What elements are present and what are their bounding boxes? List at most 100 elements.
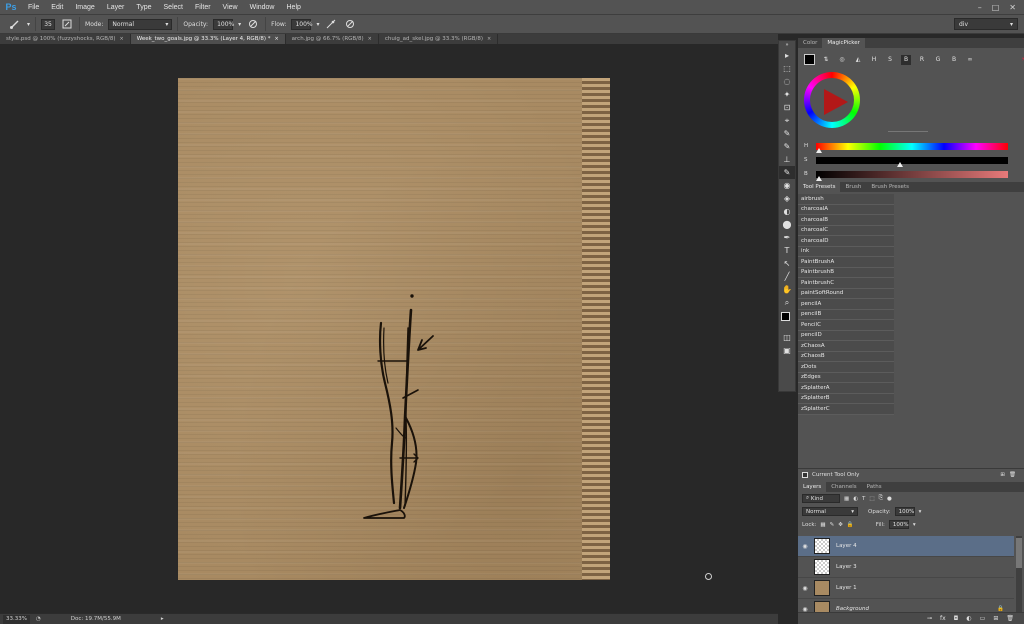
hue-knob[interactable] [816, 147, 822, 153]
preset-item[interactable]: PaintBrushA [798, 257, 894, 268]
quick-select-tool-icon[interactable]: ✦ [779, 88, 795, 101]
close-tab-icon[interactable]: × [487, 36, 491, 42]
scroll-thumb[interactable] [1016, 538, 1022, 568]
clone-stamp-tool-icon[interactable]: ⊥ [779, 153, 795, 166]
layer-row[interactable]: ◉ Layer 4 [798, 536, 1014, 557]
lock-all-icon[interactable]: 🔒 [847, 522, 854, 528]
document-canvas[interactable] [178, 78, 610, 580]
foreground-swatch[interactable] [804, 54, 815, 65]
color-triangle[interactable] [824, 89, 848, 115]
preset-item[interactable]: ink [798, 246, 894, 257]
tab-channels[interactable]: Channels [826, 482, 861, 492]
document-tab[interactable]: style.psd @ 100% (fuzzyshocks, RGB/8) × [0, 34, 131, 44]
close-tab-icon[interactable]: × [120, 36, 124, 42]
layer-name[interactable]: Layer 4 [836, 543, 857, 549]
filter-toggle-icon[interactable]: ● [887, 496, 892, 502]
preset-item[interactable]: charcoalC [798, 225, 894, 236]
gradient-tool-icon[interactable]: ◈ [779, 192, 795, 205]
swap-icon[interactable]: ⇅ [821, 55, 831, 65]
filter-smart-icon[interactable]: ⎘ [879, 495, 883, 502]
blend-mode-select[interactable]: Normal ▾ [802, 507, 858, 516]
preset-item[interactable]: zSplatterC [798, 404, 894, 415]
path-select-tool-icon[interactable]: ↖ [779, 257, 795, 270]
history-brush-tool-icon[interactable]: ✎ [779, 166, 795, 179]
add-mask-icon[interactable]: ◘ [954, 615, 959, 622]
link-layers-icon[interactable]: ⊸ [927, 615, 932, 622]
delete-preset-icon[interactable]: 🗑 [1009, 472, 1016, 478]
menu-item-layer[interactable]: Layer [101, 4, 131, 11]
layer-filter-select[interactable]: ⌕ Kind [802, 494, 840, 503]
pen-tool-icon[interactable]: ✒ [779, 231, 795, 244]
layer-row[interactable]: Layer 3 [798, 557, 1014, 578]
brightness-knob[interactable] [816, 175, 822, 181]
preset-item[interactable]: charcoalB [798, 215, 894, 226]
mode-g[interactable]: G [933, 55, 943, 65]
saturation-knob[interactable] [896, 161, 903, 167]
menu-item-window[interactable]: Window [244, 4, 281, 11]
airbrush-icon[interactable] [324, 17, 338, 31]
hue-slider[interactable] [816, 142, 1008, 153]
preset-item[interactable]: airbrush [798, 194, 894, 205]
lock-paint-icon[interactable]: ✎ [830, 522, 835, 528]
close-tab-icon[interactable]: × [368, 36, 372, 42]
spot-heal-tool-icon[interactable]: ✎ [779, 127, 795, 140]
visibility-eye-icon[interactable]: ◉ [798, 585, 812, 592]
status-menu-icon[interactable]: ▸ [161, 616, 164, 622]
preset-item[interactable]: zChaosA [798, 341, 894, 352]
layer-name[interactable]: Layer 3 [836, 564, 857, 570]
chevron-down-icon[interactable]: ▾ [238, 21, 241, 28]
tab-tool-presets[interactable]: Tool Presets [798, 182, 841, 192]
menu-item-edit[interactable]: Edit [45, 4, 69, 11]
menu-item-file[interactable]: File [22, 4, 45, 11]
eyedropper-tool-icon[interactable]: ⌖ [779, 114, 795, 127]
preset-item[interactable]: zDots [798, 362, 894, 373]
menu-item-type[interactable]: Type [130, 4, 157, 11]
eraser-tool-icon[interactable]: ◉ [779, 179, 795, 192]
adjustment-layer-icon[interactable]: ◐ [966, 615, 971, 622]
filter-adjustment-icon[interactable]: ◐ [853, 496, 858, 502]
layer-fill-field[interactable]: 100% [888, 520, 909, 529]
mode-s[interactable]: S [885, 55, 895, 65]
mode-select[interactable]: Normal ▾ [108, 18, 173, 30]
maximize-button[interactable]: □ [992, 3, 1000, 12]
tab-color[interactable]: Color [798, 38, 822, 48]
panel-collapse-icon[interactable]: » [779, 41, 795, 49]
mode-b[interactable]: B [901, 54, 911, 65]
preset-item[interactable]: charcoalA [798, 204, 894, 215]
delete-layer-icon[interactable]: 🗑 [1006, 615, 1014, 622]
wheel-mode-icon[interactable]: ◎ [837, 55, 847, 65]
tab-brush[interactable]: Brush [840, 182, 866, 192]
new-preset-icon[interactable]: ⊞ [1000, 472, 1005, 478]
foreground-color-swatch[interactable] [781, 312, 790, 321]
brush-tool-icon[interactable] [8, 17, 22, 31]
preset-item[interactable]: PencilC [798, 320, 894, 331]
preset-item[interactable]: zSplatterB [798, 393, 894, 404]
chevron-down-icon[interactable]: ▾ [913, 522, 916, 528]
layer-opacity-field[interactable]: 100% [894, 507, 915, 516]
tab-magicpicker[interactable]: MagicPicker [822, 38, 865, 48]
lasso-tool-icon[interactable]: ◌ [779, 75, 795, 88]
dodge-tool-icon[interactable]: ⬤ [779, 218, 795, 231]
minimize-button[interactable]: – [978, 3, 982, 12]
fx-icon[interactable]: fx [940, 615, 946, 622]
zoom-field[interactable]: 33.33% [3, 614, 30, 624]
menu-item-select[interactable]: Select [158, 4, 189, 11]
layers-scrollbar[interactable] [1016, 536, 1022, 614]
preset-item[interactable]: PaintbrushB [798, 267, 894, 278]
settings-star-icon[interactable]: ✳ [1019, 55, 1024, 65]
type-tool-icon[interactable]: T [779, 244, 795, 257]
filter-type-icon[interactable]: T [862, 496, 865, 502]
mode-r[interactable]: R [917, 55, 927, 65]
menu-item-filter[interactable]: Filter [189, 4, 217, 11]
screen-mode-icon[interactable]: ▣ [779, 344, 795, 357]
close-tab-icon[interactable]: × [274, 36, 278, 42]
menu-item-help[interactable]: Help [281, 4, 307, 11]
chevron-down-icon[interactable]: ▾ [919, 509, 922, 515]
document-tab[interactable]: chuig_ad_skel.jpg @ 33.3% (RGB/8) × [379, 34, 499, 44]
tab-paths[interactable]: Paths [862, 482, 887, 492]
preset-item[interactable]: zSplatterA [798, 383, 894, 394]
preset-item[interactable]: zEdges [798, 372, 894, 383]
menu-item-view[interactable]: View [217, 4, 244, 11]
tab-layers[interactable]: Layers [798, 482, 827, 492]
preset-item[interactable]: zChaosB [798, 351, 894, 362]
